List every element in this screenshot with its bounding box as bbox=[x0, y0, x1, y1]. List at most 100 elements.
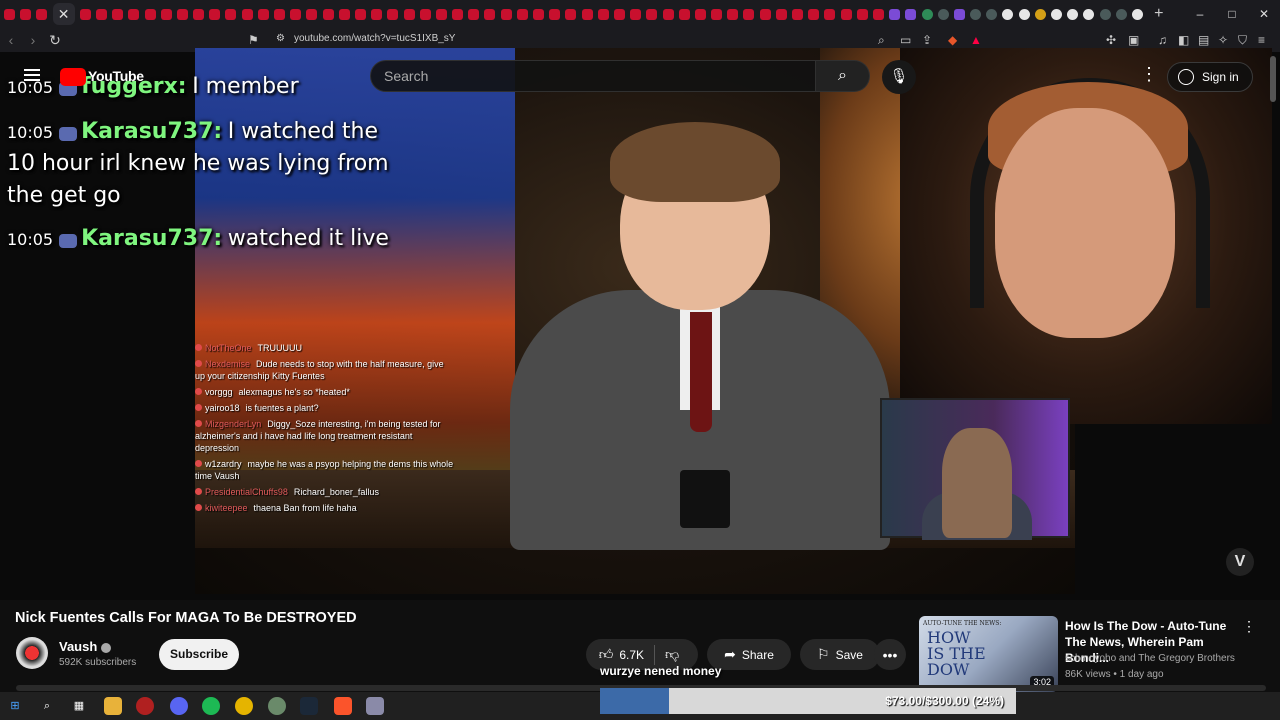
browser-tab[interactable] bbox=[79, 8, 91, 20]
zoom-icon[interactable]: ⌕ bbox=[878, 33, 885, 48]
browser-tab[interactable] bbox=[338, 8, 350, 20]
steam-icon[interactable] bbox=[300, 697, 318, 715]
browser-tab[interactable] bbox=[1067, 8, 1079, 20]
browser-tab[interactable] bbox=[597, 8, 609, 20]
browser-tab[interactable] bbox=[792, 8, 803, 20]
browser-tab[interactable] bbox=[387, 8, 399, 20]
browser-tab[interactable] bbox=[193, 8, 205, 20]
browser-tab[interactable] bbox=[856, 8, 868, 20]
minimize-button[interactable]: – bbox=[1184, 7, 1216, 21]
browser-tab[interactable] bbox=[613, 8, 625, 20]
close-window-button[interactable]: ✕ bbox=[1248, 7, 1280, 21]
task-view-icon[interactable]: ▦ bbox=[70, 697, 88, 715]
browser-tab[interactable] bbox=[468, 8, 480, 20]
sidebar-icon[interactable]: ▣ bbox=[1128, 33, 1139, 47]
browser-tab[interactable] bbox=[1083, 8, 1095, 20]
browser-tab[interactable] bbox=[1051, 8, 1062, 20]
cast-icon[interactable]: ▭ bbox=[900, 33, 911, 47]
youtube-logo[interactable]: YouTube bbox=[60, 68, 144, 87]
more-actions-button[interactable]: ••• bbox=[874, 639, 906, 670]
save-button[interactable]: ⚐ Save bbox=[800, 639, 880, 670]
browser-tab[interactable] bbox=[743, 8, 755, 20]
browser-tab[interactable] bbox=[274, 8, 285, 20]
browser-tab[interactable] bbox=[905, 8, 917, 20]
site-info-icon[interactable]: ⚙ bbox=[276, 33, 285, 44]
browser-tab[interactable] bbox=[1131, 8, 1143, 20]
browser-tab[interactable] bbox=[630, 8, 642, 20]
share-page-icon[interactable]: ⇪ bbox=[922, 33, 932, 47]
spotify-icon[interactable] bbox=[202, 697, 220, 715]
browser-tab[interactable] bbox=[4, 8, 15, 20]
browser-tab[interactable] bbox=[808, 8, 820, 20]
recommended-channel[interactable]: schmoyoho and The Gregory Brothers bbox=[1065, 653, 1255, 664]
browser-tab[interactable] bbox=[711, 8, 723, 20]
app-icon-2[interactable] bbox=[268, 697, 286, 715]
browser-tab[interactable] bbox=[970, 8, 982, 20]
browser-tab[interactable] bbox=[36, 8, 48, 20]
new-tab-button[interactable]: + bbox=[1154, 5, 1163, 23]
hamburger-menu-icon[interactable] bbox=[24, 69, 40, 84]
browser-tab[interactable] bbox=[662, 8, 674, 20]
browser-tab[interactable] bbox=[209, 8, 221, 20]
channel-name[interactable]: Vaush bbox=[59, 639, 112, 654]
forward-arrow-icon[interactable]: › bbox=[22, 32, 44, 48]
browser-tab[interactable] bbox=[128, 8, 140, 20]
subscribe-button[interactable]: Subscribe bbox=[159, 639, 239, 670]
browser-tab[interactable] bbox=[435, 8, 447, 20]
browser-tab[interactable] bbox=[257, 8, 269, 20]
brave-icon[interactable] bbox=[334, 697, 352, 715]
channel-avatar[interactable] bbox=[16, 637, 48, 669]
page-scrollbar[interactable] bbox=[1270, 56, 1276, 102]
browser-tab[interactable] bbox=[678, 8, 690, 20]
playlist-icon[interactable]: ♫ bbox=[1158, 33, 1167, 47]
browser-tab[interactable] bbox=[1115, 8, 1127, 20]
browser-tab[interactable] bbox=[1099, 8, 1111, 20]
browser-tab[interactable] bbox=[953, 8, 965, 20]
recommended-thumbnail[interactable]: AUTO-TUNE THE NEWS: HOW IS THE DOW 3:02 bbox=[919, 616, 1058, 692]
browser-menu-icon[interactable]: ≡ bbox=[1258, 33, 1265, 47]
browser-tab[interactable] bbox=[889, 8, 901, 20]
browser-tab[interactable] bbox=[937, 8, 949, 20]
recommended-more-icon[interactable]: ⋮ bbox=[1242, 618, 1256, 635]
browser-tab[interactable] bbox=[694, 8, 706, 20]
url-field[interactable]: youtube.com/watch?v=tucS1IXB_sY bbox=[294, 33, 455, 44]
browser-tab[interactable] bbox=[500, 8, 512, 20]
vpn-icon[interactable]: ⛉ bbox=[1238, 33, 1247, 48]
browser-tab[interactable] bbox=[824, 8, 836, 20]
maximize-button[interactable]: □ bbox=[1216, 7, 1248, 21]
wallet-icon[interactable]: ▤ bbox=[1198, 33, 1209, 47]
browser-tab[interactable] bbox=[290, 8, 302, 20]
browser-tab[interactable] bbox=[371, 8, 383, 20]
browser-tab[interactable] bbox=[921, 8, 933, 20]
browser-tab[interactable] bbox=[241, 8, 253, 20]
browser-tab[interactable] bbox=[1002, 8, 1014, 20]
browser-tab[interactable] bbox=[176, 8, 188, 20]
discord-icon[interactable] bbox=[170, 697, 188, 715]
active-tab-close-icon[interactable]: ✕ bbox=[52, 3, 75, 25]
browser-tab[interactable] bbox=[516, 8, 528, 20]
browser-tab[interactable] bbox=[646, 8, 658, 20]
extensions-icon[interactable]: ✣ bbox=[1106, 33, 1116, 47]
brave-rewards-icon[interactable]: ▲ bbox=[970, 33, 982, 47]
search-button[interactable]: ⌕ bbox=[816, 60, 870, 92]
browser-tab[interactable] bbox=[419, 8, 431, 20]
search-input[interactable] bbox=[371, 61, 815, 91]
app-icon[interactable] bbox=[136, 697, 154, 715]
browser-tab[interactable] bbox=[322, 8, 334, 20]
reader-icon[interactable]: ◧ bbox=[1178, 33, 1189, 47]
browser-tab[interactable] bbox=[840, 8, 852, 20]
voice-search-button[interactable]: 🎙︎ bbox=[882, 60, 916, 94]
browser-tab[interactable] bbox=[354, 8, 366, 20]
browser-tab[interactable] bbox=[20, 8, 32, 20]
settings-more-icon[interactable]: ⋮ bbox=[1140, 64, 1158, 85]
browser-tab[interactable] bbox=[144, 8, 156, 20]
browser-tab[interactable] bbox=[759, 8, 771, 20]
browser-tab[interactable] bbox=[565, 8, 577, 20]
channel-watermark[interactable]: V bbox=[1226, 548, 1254, 576]
browser-tab[interactable] bbox=[727, 8, 739, 20]
leo-ai-icon[interactable]: ✧ bbox=[1218, 33, 1228, 47]
browser-tab[interactable] bbox=[986, 8, 998, 20]
browser-tab[interactable] bbox=[872, 8, 884, 20]
app-icon-3[interactable] bbox=[366, 697, 384, 715]
browser-tab[interactable] bbox=[452, 8, 464, 20]
